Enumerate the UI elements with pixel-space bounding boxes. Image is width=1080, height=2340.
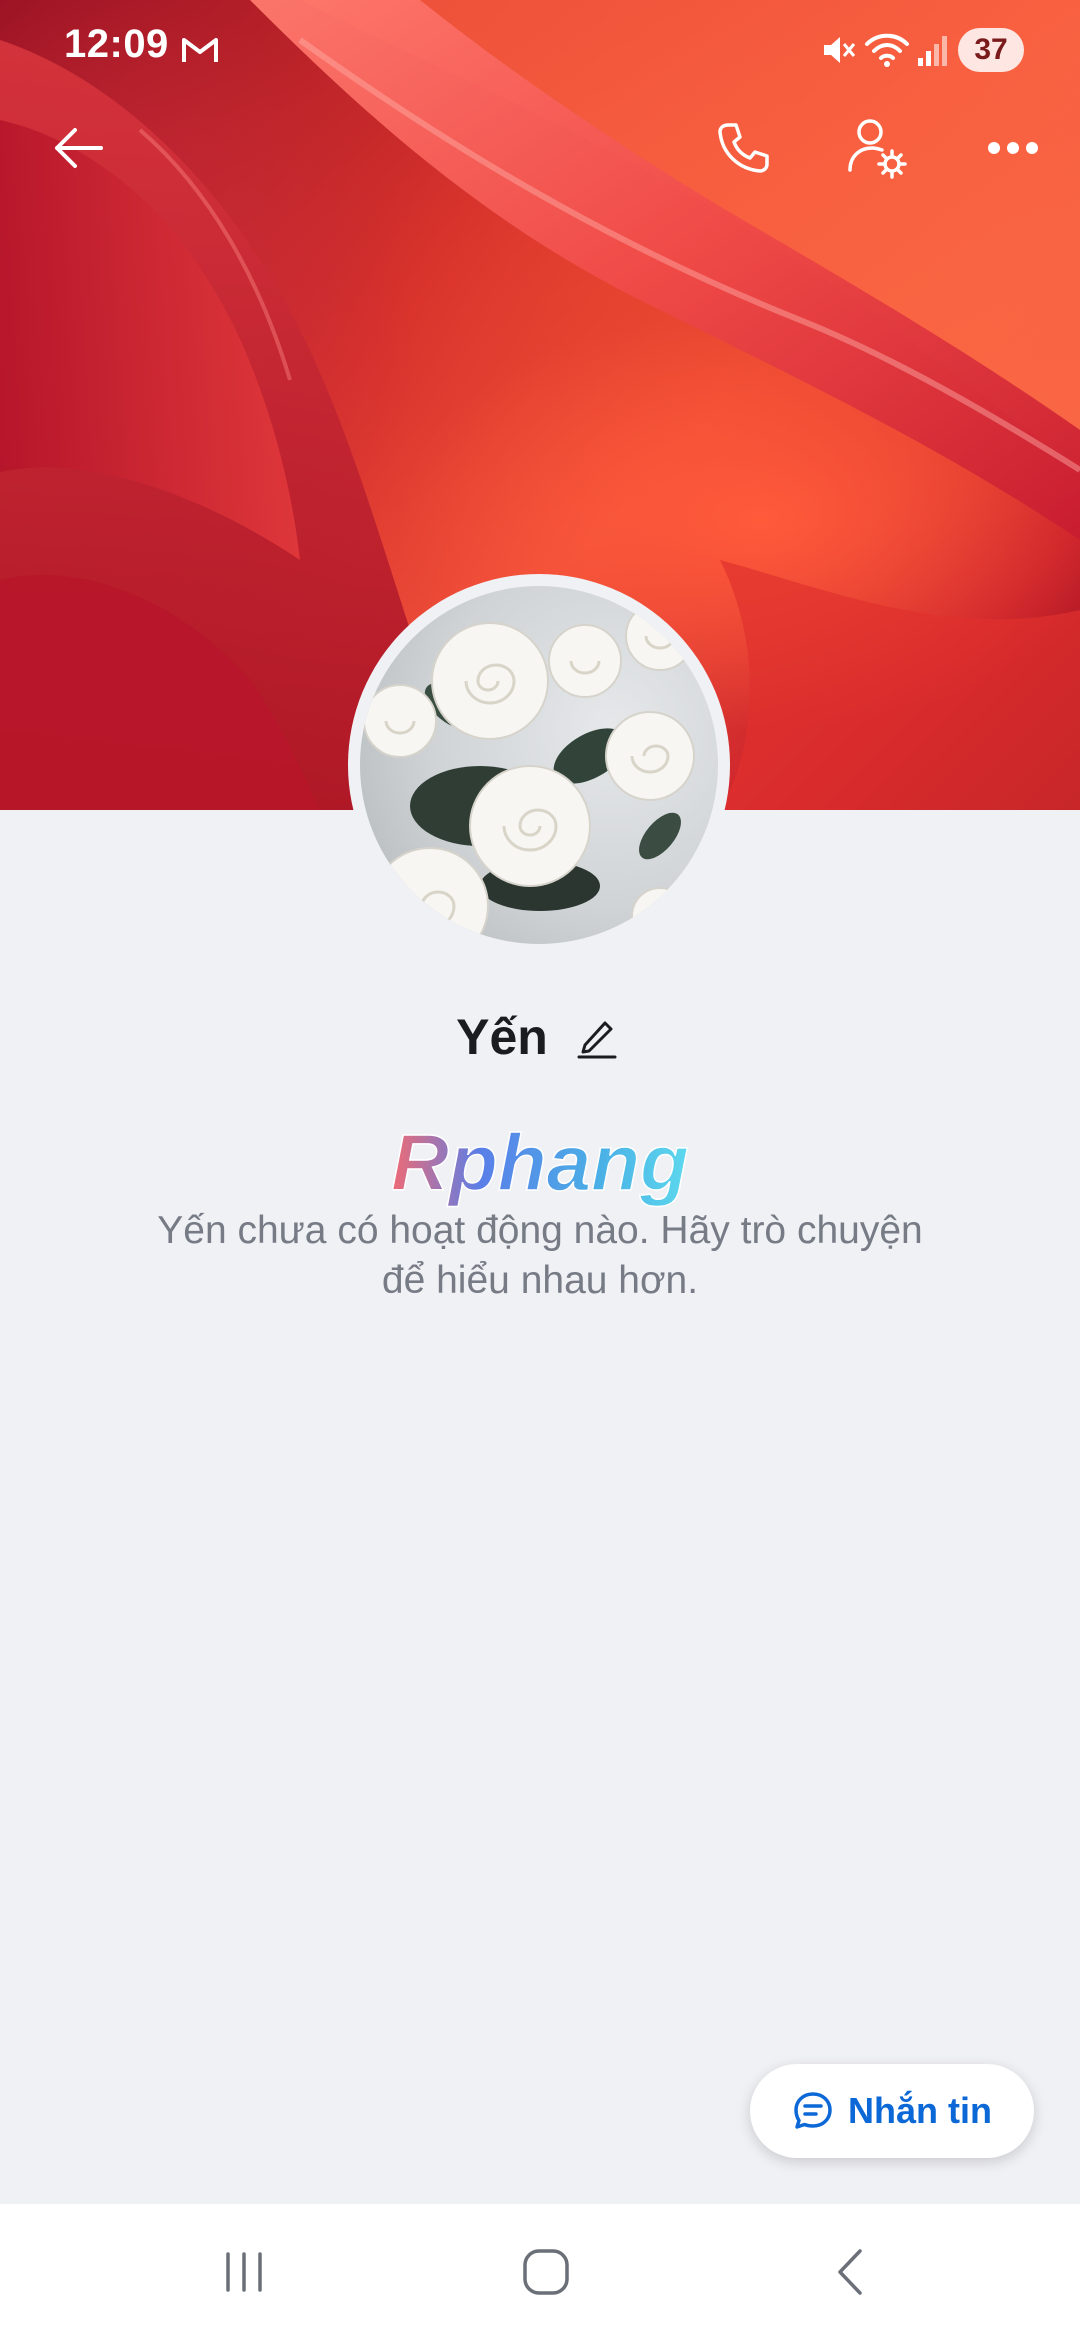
navigation-bar bbox=[0, 2204, 1080, 2340]
signal-icon bbox=[918, 36, 947, 66]
profile-settings-button[interactable] bbox=[830, 100, 926, 196]
send-message-label: Nhắn tin bbox=[848, 2090, 992, 2131]
status-bar: 12:09 37 bbox=[0, 0, 1080, 100]
back-button[interactable] bbox=[30, 100, 126, 196]
system-back-button[interactable] bbox=[790, 2222, 910, 2322]
back-icon bbox=[838, 2249, 862, 2295]
battery-indicator: 37 bbox=[958, 28, 1024, 72]
avatar[interactable] bbox=[360, 586, 718, 944]
send-message-button[interactable]: Nhắn tin bbox=[750, 2064, 1034, 2158]
empty-state-line-1: Yến chưa có hoạt động nào. Hãy trò chuyệ… bbox=[157, 1209, 923, 1252]
avatar-roses-image bbox=[363, 601, 695, 944]
user-settings-icon bbox=[848, 119, 907, 179]
watermark-logo: Rphang bbox=[390, 1120, 689, 1208]
profile-screen: 12:09 37 Yến Rphang Yến chưa có hoạt độn… bbox=[0, 0, 1080, 2340]
phone-icon bbox=[718, 123, 769, 173]
empty-state-message: Yến chưa có hoạt động nào. Hãy trò chuyệ… bbox=[100, 1206, 980, 1306]
more-horizontal-icon bbox=[988, 142, 1038, 154]
recents-icon bbox=[226, 2252, 262, 2292]
home-button[interactable] bbox=[486, 2222, 606, 2322]
gmail-icon bbox=[182, 38, 218, 62]
pencil-icon bbox=[577, 1021, 617, 1059]
mute-icon bbox=[824, 37, 856, 63]
recents-button[interactable] bbox=[184, 2222, 304, 2322]
chat-bubble-icon bbox=[794, 2092, 832, 2129]
edit-name-button[interactable] bbox=[570, 1010, 624, 1064]
watermark-text: Rphang bbox=[391, 1120, 689, 1207]
status-time: 12:09 bbox=[64, 22, 169, 66]
profile-name-row: Yến bbox=[0, 1002, 1080, 1072]
profile-name: Yến bbox=[456, 1009, 548, 1065]
call-button[interactable] bbox=[695, 100, 791, 196]
home-icon bbox=[523, 2249, 569, 2295]
wifi-icon bbox=[865, 33, 909, 67]
empty-state-line-2: để hiểu nhau hơn. bbox=[381, 1259, 699, 1302]
arrow-left-icon bbox=[55, 128, 103, 168]
more-options-button[interactable] bbox=[965, 100, 1061, 196]
